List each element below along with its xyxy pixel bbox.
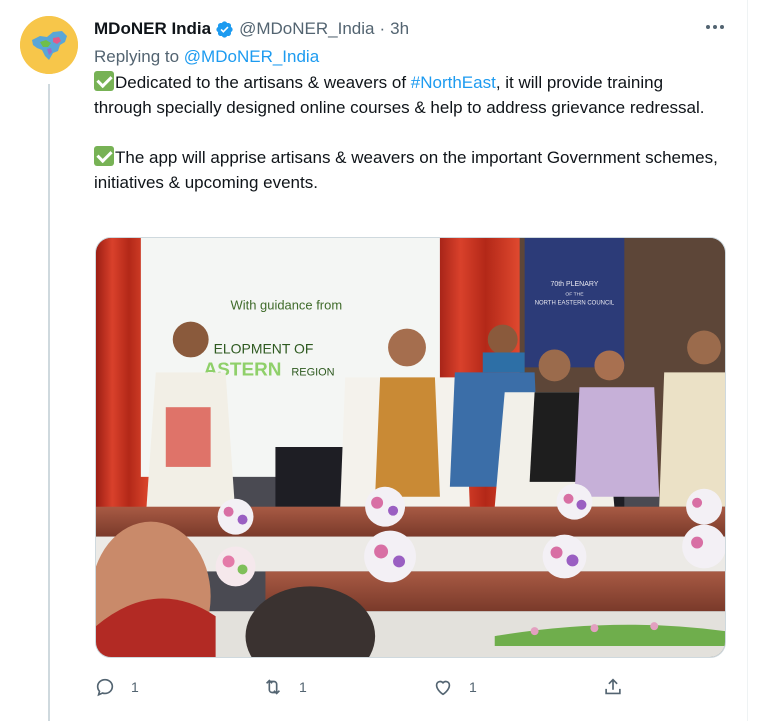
board-text-1: 70th PLENARY [550, 281, 598, 288]
check-mark-icon [94, 71, 114, 91]
share-button[interactable] [602, 672, 624, 702]
check-mark-icon [94, 146, 114, 166]
like-button[interactable]: 1 [432, 672, 477, 702]
retweet-count: 1 [299, 679, 307, 695]
tweet-actions: 1 1 1 [94, 672, 634, 702]
author-name[interactable]: MDoNER India [94, 19, 211, 39]
separator-dot: · [379, 19, 386, 38]
tweet-paragraph-1: Dedicated to the artisans & weavers of #… [94, 70, 724, 120]
reply-button[interactable]: 1 [94, 672, 139, 702]
paragraph-1-text: Dedicated to the artisans & weavers of [115, 73, 411, 92]
banner-text-4: REGION [291, 366, 334, 378]
tweet-header: MDoNER India @MDoNER_India · 3h [94, 14, 726, 44]
replying-to-handle[interactable]: @MDoNER_India [184, 47, 319, 66]
like-count: 1 [469, 679, 477, 695]
heart-icon [435, 680, 451, 696]
banner-text-1: With guidance from [231, 298, 343, 313]
board-text-3: NORTH EASTERN COUNCIL [535, 301, 615, 307]
reply-icon [96, 678, 114, 697]
avatar-logo-icon [20, 16, 78, 74]
hashtag-northeast[interactable]: #NorthEast [411, 73, 496, 92]
replying-to-label: Replying to [94, 47, 180, 66]
thread-connector-line [48, 84, 50, 721]
tweet-photo[interactable]: With guidance from ELOPMENT OF ASTERN RE… [95, 237, 726, 658]
share-icon [605, 678, 621, 695]
timestamp[interactable]: 3h [390, 19, 409, 39]
tweet-text: Dedicated to the artisans & weavers of #… [94, 70, 724, 195]
paragraph-2-text: The app will apprise artisans & weavers … [94, 148, 718, 192]
tweet-paragraph-2: The app will apprise artisans & weavers … [94, 145, 724, 195]
avatar[interactable] [20, 16, 78, 74]
board-text-2: OF THE [565, 292, 584, 298]
retweet-icon [265, 679, 281, 695]
author-handle[interactable]: @MDoNER_India [239, 19, 374, 39]
verified-badge-icon [215, 20, 234, 39]
reply-count: 1 [131, 679, 139, 695]
banner-text-2: ELOPMENT OF [214, 340, 314, 356]
retweet-button[interactable]: 1 [262, 672, 307, 702]
meeting-photo-image: With guidance from ELOPMENT OF ASTERN RE… [96, 238, 725, 657]
column-border [747, 0, 748, 721]
tweet-content: MDoNER India @MDoNER_India · 3h Replying… [94, 14, 726, 195]
replying-to: Replying to @MDoNER_India [94, 44, 726, 69]
